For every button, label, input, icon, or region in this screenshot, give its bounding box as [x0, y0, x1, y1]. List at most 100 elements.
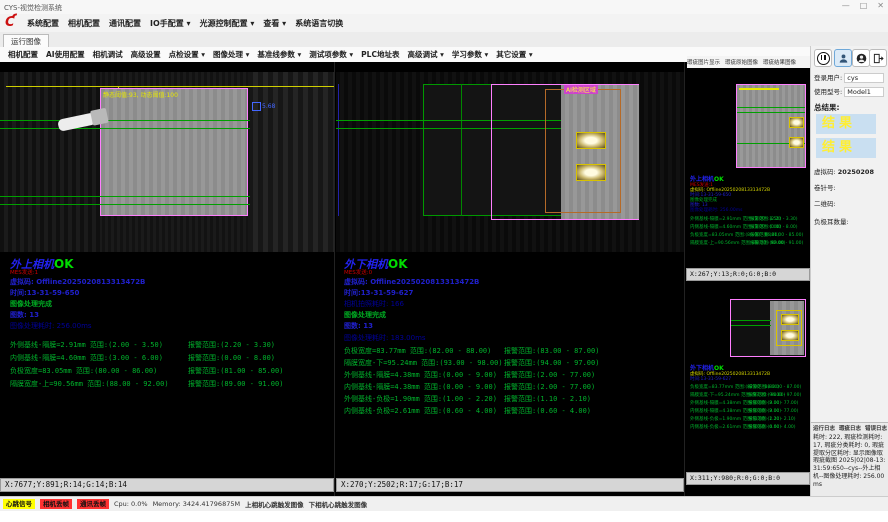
baseline-yellow	[6, 86, 334, 87]
tool-baseline-params[interactable]: 基准线参数 ▾	[257, 49, 301, 60]
thumb-alarm: 报警范围:(89.00 - 91.00)	[750, 240, 803, 246]
menu-camera-config[interactable]: 相机配置	[68, 18, 100, 29]
thumb-alarm: 报警范围:(2.00 - 77.00)	[748, 400, 798, 406]
processing-done: 图像处理完成	[10, 299, 52, 309]
tool-plc-address[interactable]: PLC地址表	[361, 49, 399, 60]
alarm-range: 报警范围:(2.00 - 77.00)	[504, 382, 595, 392]
login-user-value[interactable]: cys	[844, 73, 884, 83]
pause-button[interactable]	[814, 49, 832, 67]
mes-send-status: MES发送:0	[344, 268, 372, 276]
logout-button[interactable]	[869, 49, 887, 67]
log-tab-defect[interactable]: 瑕疵日志	[839, 424, 861, 432]
alarm-range: 报警范围:(83.00 - 87.00)	[504, 346, 599, 356]
tool-spotcheck-settings[interactable]: 点检设置 ▾	[169, 49, 205, 60]
measurement-row: 负极宽度=83.77mm 范围:(82.00 - 88.00)	[344, 346, 491, 356]
exit-door-icon	[873, 53, 884, 64]
measurement-row: 外侧基线-隔膜=2.91mm 范围:(2.00 - 3.50)	[10, 340, 163, 350]
menubar: Ƈ 系统配置 相机配置 通讯配置 IO手配置 ▾ 光源控制配置 ▾ 查看 ▾ 系…	[0, 14, 888, 33]
mes-send-status: MES发送:1	[10, 268, 38, 276]
tab-run-image[interactable]: 运行图像	[3, 34, 49, 48]
pixel-coordinate-bar: X:270;Y:2502;R:17;G:17;B:17	[336, 478, 684, 492]
virtual-code-row: 虚拟码: 20250208	[814, 166, 874, 176]
minimize-button[interactable]: —	[842, 1, 850, 10]
defect-thumbnail-upper[interactable]: 外上相机OK MES发送:1 虚拟码: Offline2025020813313…	[686, 68, 810, 268]
login-user-row: 登录用户: cys	[814, 72, 884, 83]
ai-region-label: AI检测区域	[564, 85, 598, 94]
menu-comm-config[interactable]: 通讯配置	[109, 18, 141, 29]
user-dark-icon	[856, 53, 867, 64]
measurement-row: 外侧基线-隔膜=4.38mm 范围:(0.00 - 9.00)	[344, 370, 497, 380]
tab-count-label: 负极耳数量:	[814, 216, 849, 226]
camera-panel-lower-outer: AI检测区域 外下相机OK MES发送:0 虚拟码: Offline202502…	[336, 62, 685, 496]
log-tabs: 运行日志 瑕疵日志 错误日志	[811, 423, 888, 433]
alarm-range: 报警范围:(2.20 - 3.30)	[188, 340, 275, 350]
tool-ai-config[interactable]: AI使用配置	[46, 49, 85, 60]
user-icon	[838, 53, 849, 64]
menu-view[interactable]: 查看 ▾	[263, 18, 286, 29]
virtual-code: 虚拟码: Offline2025020813313472B	[344, 277, 479, 287]
alarm-range: 报警范围:(1.10 - 2.10)	[504, 394, 591, 404]
tool-advanced-settings[interactable]: 高级设置	[131, 49, 161, 60]
close-button[interactable]: ✕	[877, 1, 884, 10]
processing-done: 图像处理完成	[344, 310, 386, 320]
thumb-coordinate-bar: X:267;Y:13;R:0;G:0;B:0	[686, 268, 810, 281]
defect-header-raw[interactable]: 瑕疵原始图像	[725, 58, 758, 66]
thumb-image	[730, 299, 806, 357]
menu-language-switch[interactable]: 系统语言切换	[295, 18, 343, 29]
processing-elapsed: 图像处理耗时: 256.00ms	[10, 321, 92, 331]
camera-framedrop-badge: 相机丢帧	[40, 499, 72, 509]
login-user-button[interactable]	[834, 49, 852, 67]
defect-header-display[interactable]: 瑕疵图片显示	[687, 58, 720, 66]
app-logo-icon: Ƈ	[2, 16, 18, 30]
model-row: 使用型号: Model1	[814, 86, 884, 97]
alarm-range: 报警范围:(89.00 - 91.00)	[188, 379, 283, 389]
thumb-image	[736, 84, 806, 168]
sidebar: 登录用户: cys 使用型号: Model1 总结果: 结果 结果 虚拟码: 2…	[810, 46, 888, 511]
tool-advanced-debug[interactable]: 高级调试 ▾	[407, 49, 443, 60]
pixel-coordinate-bar: X:7677;Y:891;R:14;G:14;B:14	[0, 478, 334, 492]
switch-user-button[interactable]	[852, 49, 870, 67]
log-tab-run[interactable]: 运行日志	[813, 424, 835, 432]
tool-camera-debug[interactable]: 相机调试	[93, 49, 123, 60]
thumb-alarm: 报警范围:(83.00 - 87.00)	[748, 384, 801, 390]
alarm-range: 报警范围:(2.00 - 77.00)	[504, 370, 595, 380]
camera-viewport-upper-outer[interactable]: 静态阈值:93, 动态阈值:100 5.68	[0, 72, 334, 252]
menu-system-config[interactable]: 系统配置	[27, 18, 59, 29]
main-area: 静态阈值:93, 动态阈值:100 5.68 外上相机OK MES发送:1 虚拟…	[0, 62, 888, 496]
capture-time: 时间:13-31-59-650	[10, 288, 79, 298]
thumb-coordinate-bar: X:311;Y:980;R:0;G:0;B:0	[686, 472, 810, 485]
bottom-statusbar: 心跳信号 相机丢帧 通讯丢帧 Cpu: 0.0% Memory: 3424.41…	[0, 496, 888, 511]
tabstrip: 运行图像	[0, 32, 888, 48]
measurement-row: 隔膜宽度-上=90.56mm 范围:(88.00 - 92.00)	[10, 379, 169, 389]
total-result-label: 总结果:	[814, 102, 840, 113]
frame-count: 图数: 13	[344, 321, 373, 331]
menu-light-config[interactable]: 光源控制配置 ▾	[200, 18, 255, 29]
thumb-alarm: 报警范围:(2.20 - 3.30)	[750, 216, 798, 222]
tool-image-processing[interactable]: 图像处理 ▾	[213, 49, 249, 60]
tool-camera-config[interactable]: 相机配置	[8, 49, 38, 60]
model-label: 使用型号:	[814, 88, 842, 96]
tool-other-settings[interactable]: 其它设置 ▾	[496, 49, 532, 60]
result-badge-lower: 结果	[816, 138, 876, 158]
virtual-code-label: 虚拟码:	[814, 168, 836, 176]
titlebar: CYS-视觉检测系统 — □ ✕	[0, 0, 888, 15]
maximize-button[interactable]: □	[860, 1, 868, 10]
thumb-alarm: 报警范围:(94.00 - 97.00)	[748, 392, 801, 398]
model-value[interactable]: Model1	[844, 87, 884, 97]
measurement-row: 负极宽度=83.05mm 范围:(80.00 - 86.00)	[10, 366, 157, 376]
log-tab-error[interactable]: 错误日志	[865, 424, 887, 432]
tool-test-params[interactable]: 测试项参数 ▾	[309, 49, 353, 60]
menu-io-config[interactable]: IO手配置 ▾	[150, 18, 191, 29]
tool-learning-params[interactable]: 学习参数 ▾	[452, 49, 488, 60]
measurement-row: 外侧基线-负极=1.90mm 范围:(1.00 - 2.20)	[344, 394, 497, 404]
thumb-alarm: 报警范围:(0.60 - 4.00)	[748, 424, 796, 430]
measurement-row: 隔膜宽度-下=95.24mm 范围:(93.00 - 98.00)	[344, 358, 503, 368]
defect-thumbnail-lower[interactable]: 外下相机OK 虚拟码: Offline2025020813313472B 时间:…	[686, 283, 810, 472]
processing-elapsed: 图像处理耗时: 183.00ms	[344, 333, 426, 343]
memory-usage: Memory: 3424.41796875M	[153, 500, 241, 508]
camera-viewport-lower-outer[interactable]: AI检测区域	[336, 72, 684, 252]
measure-line-green	[0, 128, 250, 129]
pause-icon	[817, 52, 830, 65]
metal-tab-highlight	[576, 132, 606, 149]
defect-header-result[interactable]: 瑕疵结果图像	[763, 58, 796, 66]
